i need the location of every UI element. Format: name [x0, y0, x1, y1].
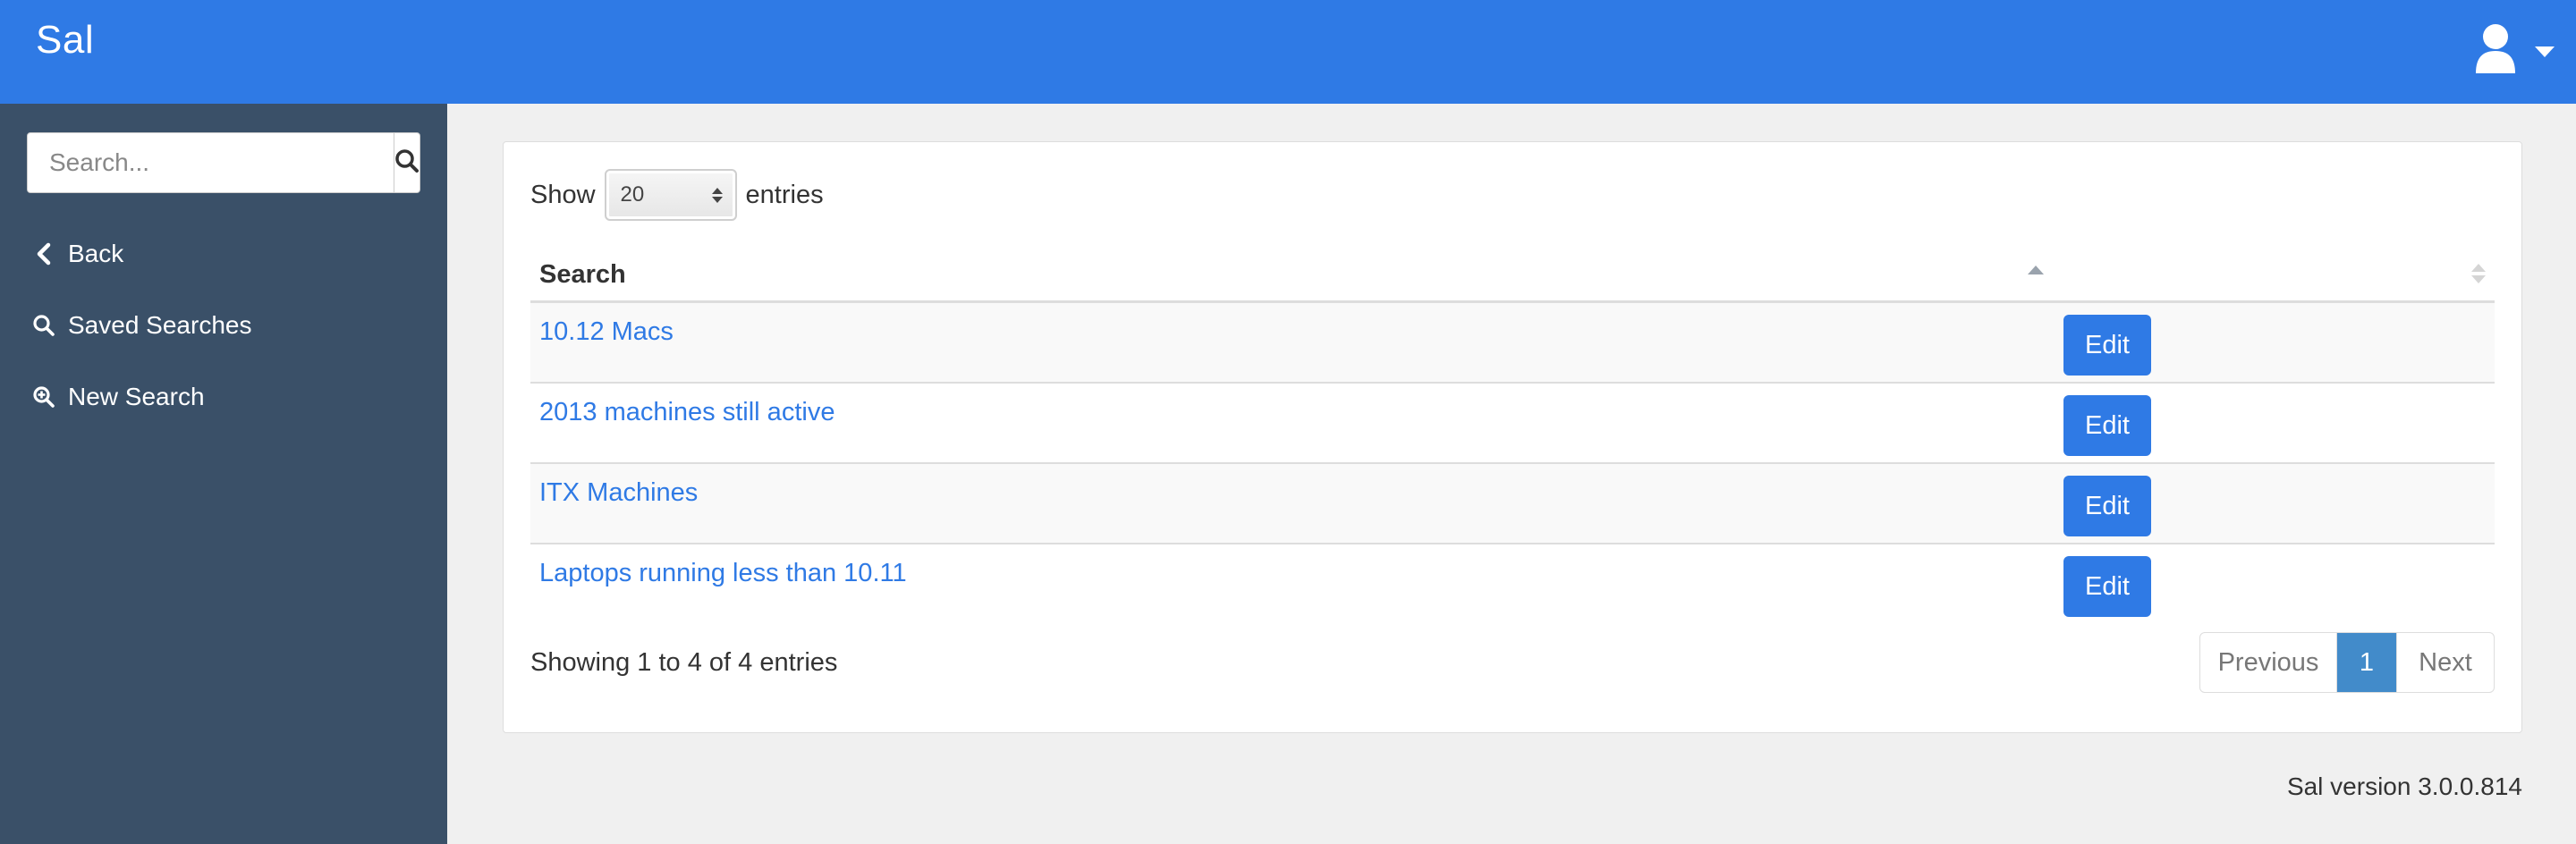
table-row: ITX Machines Edit: [530, 464, 2495, 544]
edit-button[interactable]: Edit: [2063, 556, 2151, 617]
pagination: Previous 1 Next: [2199, 632, 2495, 693]
table-info: Showing 1 to 4 of 4 entries: [530, 648, 838, 677]
search-link[interactable]: 2013 machines still active: [539, 398, 835, 427]
search-icon: [394, 148, 419, 178]
chevron-left-icon: [30, 241, 57, 267]
page-length-control: Show 20 entries: [530, 169, 824, 221]
sidebar-search: [27, 132, 420, 193]
search-button[interactable]: [394, 133, 419, 192]
edit-button[interactable]: Edit: [2063, 476, 2151, 536]
version-footer: Sal version 3.0.0.814: [2286, 772, 2522, 800]
search-input[interactable]: [28, 133, 394, 192]
top-navbar: Sal: [0, 0, 2576, 104]
table-row: Laptops running less than 10.11 Edit: [530, 544, 2495, 625]
sidebar-item-label: Back: [68, 240, 124, 267]
select-arrows-icon: [711, 187, 723, 203]
user-icon: [2474, 23, 2517, 78]
edit-button[interactable]: Edit: [2063, 315, 2151, 376]
saved-searches-table: Search 10.12 Macs Edit 2013 machines sti…: [530, 239, 2495, 625]
previous-button[interactable]: Previous: [2200, 633, 2337, 692]
search-icon: [30, 312, 57, 339]
sidebar-item-label: Saved Searches: [68, 311, 252, 339]
sidebar-item-label: New Search: [68, 383, 205, 410]
search-link[interactable]: ITX Machines: [539, 478, 698, 508]
sort-both-icon[interactable]: [2471, 264, 2486, 283]
table-row: 2013 machines still active Edit: [530, 384, 2495, 464]
search-link[interactable]: 10.12 Macs: [539, 317, 674, 347]
show-label: Show: [530, 180, 596, 209]
sort-ascending-icon[interactable]: [2028, 266, 2044, 274]
page-length-select[interactable]: 20: [604, 169, 737, 221]
sidebar: Back Saved Searches New Search: [0, 104, 447, 844]
sidebar-item-back[interactable]: Back: [30, 240, 123, 268]
sidebar-item-saved-searches[interactable]: Saved Searches: [30, 311, 251, 340]
table-row: 10.12 Macs Edit: [530, 303, 2495, 384]
search-link[interactable]: Laptops running less than 10.11: [539, 559, 907, 588]
page-button-current[interactable]: 1: [2337, 633, 2396, 692]
edit-button[interactable]: Edit: [2063, 395, 2151, 456]
brand-logo[interactable]: Sal: [36, 18, 94, 63]
entries-label: entries: [745, 180, 824, 209]
zoom-in-icon: [30, 384, 57, 410]
saved-searches-panel: Show 20 entries Search 10.12 Macs Edit 2…: [503, 141, 2522, 733]
page-length-value: 20: [620, 182, 645, 207]
table-header: Search: [530, 239, 2495, 303]
user-menu[interactable]: [2474, 23, 2555, 77]
sidebar-item-new-search[interactable]: New Search: [30, 383, 205, 411]
next-button[interactable]: Next: [2396, 633, 2494, 692]
column-header-search[interactable]: Search: [539, 260, 626, 290]
caret-down-icon: [2535, 46, 2555, 57]
